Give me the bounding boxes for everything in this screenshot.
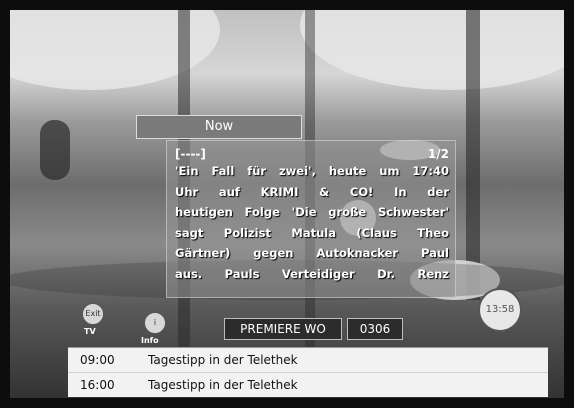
info-caption: Info [141,336,159,345]
schedule-row[interactable]: 09:00 Tagestipp in der Telethek [68,348,548,372]
event-description: 'Ein Fall für zwei', heute um 17:40 Uhr … [175,161,449,285]
page-indicator: 1/2 [427,147,449,161]
exit-icon: Exit [85,309,101,318]
description-line: sagt Polizist Matula (Claus Theo [175,225,449,240]
description-line: Uhr auf KRIMI & CO! In der [175,184,449,199]
description-line: aus. Pauls Verteidiger Dr. Renz [175,266,449,281]
description-line: Gärtner) gegen Autoknacker Paul [175,246,449,261]
channel-number: 0306 [347,318,403,340]
schedule-time: 16:00 [80,378,115,392]
tv-screen: Now [----] 1/2 'Ein Fall für zwei', heut… [0,0,574,408]
clock: 13:58 [478,288,522,332]
info-icon: i [153,318,157,327]
exit-button[interactable]: Exit [82,303,104,325]
schedule-title: Tagestipp in der Telethek [148,353,298,367]
schedule-row[interactable]: 16:00 Tagestipp in der Telethek [68,372,548,397]
channel-name: PREMIERE WO [224,318,342,340]
info-header: [----] 1/2 [175,147,449,161]
description-line: heutigen Folge 'Die große Schwester' [175,205,449,220]
schedule-title: Tagestipp in der Telethek [148,378,298,392]
event-info-panel: [----] 1/2 'Ein Fall für zwei', heute um… [166,140,456,298]
now-header: Now [136,115,302,139]
schedule-list: 09:00 Tagestipp in der Telethek 16:00 Ta… [68,347,548,397]
info-button[interactable]: i [144,312,166,334]
info-marker: [----] [175,147,206,161]
description-line: 'Ein Fall für zwei', heute um 17:40 [175,164,449,178]
schedule-time: 09:00 [80,353,115,367]
exit-caption: TV [84,327,96,336]
